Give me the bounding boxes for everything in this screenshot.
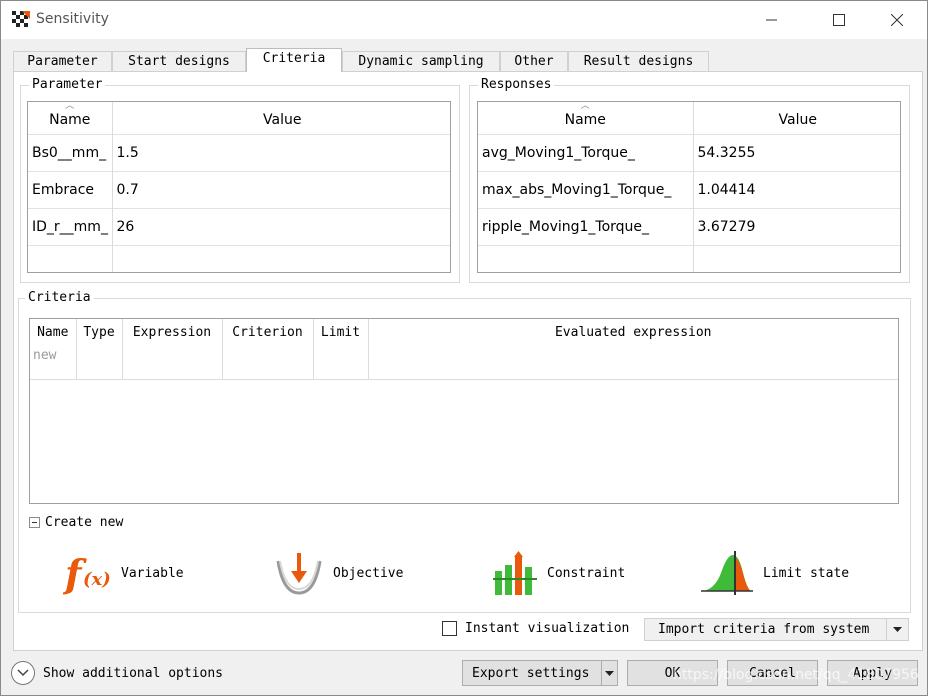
table-row[interactable]: Embrace 0.7 [28, 170, 450, 208]
response-name-cell: max_abs_Moving1_Torque_ [478, 170, 694, 208]
table-header-row: ︿ Name Value [28, 101, 450, 134]
table-row[interactable]: avg_Moving1_Torque_ 54.3255 [478, 133, 900, 171]
criteria-group: Criteria Name Type Expression Criterion … [18, 290, 911, 613]
response-name-cell: ripple_Moving1_Torque_ [478, 207, 694, 245]
parameter-value-cell[interactable]: 1.5 [112, 133, 450, 171]
limit-state-label: Limit state [763, 565, 850, 581]
export-settings-button[interactable]: Export settings [462, 660, 618, 686]
minimize-icon [766, 19, 777, 21]
sort-ascending-icon: ︿ [65, 101, 75, 111]
objective-icon [276, 553, 322, 595]
function-fx-icon: f (x) [63, 551, 111, 596]
column-header-value[interactable]: Value [112, 102, 450, 134]
objective-label: Objective [333, 565, 404, 581]
maximize-icon [833, 14, 845, 26]
column-header-limit[interactable]: Limit [313, 319, 369, 345]
tab-other[interactable]: Other [500, 51, 568, 72]
parameter-group-title: Parameter [29, 77, 106, 92]
instant-visualization-label[interactable]: Instant visualization [465, 621, 629, 636]
show-additional-options-label: Show additional options [43, 665, 224, 681]
sort-ascending-icon: ︿ [580, 101, 590, 111]
sensitivity-dialog: Sensitivity Parameter Start designs Crit… [0, 0, 928, 696]
import-criteria-dropdown[interactable] [886, 619, 908, 640]
response-value-cell: 3.67279 [693, 207, 900, 245]
column-header-type[interactable]: Type [76, 319, 123, 345]
dropdown-arrow-icon [605, 670, 614, 676]
parameter-value-cell[interactable]: 26 [112, 207, 450, 245]
import-criteria-button[interactable]: Import criteria from system [644, 618, 909, 641]
create-constraint-button[interactable]: Constraint [493, 548, 625, 598]
tab-criteria[interactable]: Criteria [246, 48, 342, 72]
table-row[interactable]: ripple_Moving1_Torque_ 3.67279 [478, 207, 900, 245]
tab-start-designs[interactable]: Start designs [112, 51, 246, 72]
new-criterion-row[interactable]: new [30, 345, 898, 379]
svg-text:(x): (x) [83, 569, 111, 590]
table-header-row: Name Type Expression Criterion Limit Eva… [30, 319, 898, 345]
tab-result-designs[interactable]: Result designs [568, 51, 709, 72]
column-header-value[interactable]: Value [693, 102, 900, 134]
close-button[interactable] [874, 1, 920, 39]
create-new-toggle[interactable]: Create new [29, 515, 123, 530]
response-value-cell: 54.3255 [693, 133, 900, 171]
parameter-value-cell[interactable]: 0.7 [112, 170, 450, 208]
create-variable-button[interactable]: f (x) Variable [63, 548, 184, 598]
watermark-text: https://blog.csdn.net/qq_41807956 [673, 667, 919, 683]
maximize-button[interactable] [816, 1, 862, 39]
parameter-table[interactable]: ︿ Name Value Bs0__mm_ 1.5 Embrace 0.7 ID… [27, 101, 451, 273]
table-header-row: ︿ Name Value [478, 101, 900, 134]
window-title: Sensitivity [36, 11, 109, 27]
parameter-name-cell: Embrace [28, 170, 113, 208]
create-limit-state-button[interactable]: Limit state [701, 548, 849, 598]
table-row[interactable]: max_abs_Moving1_Torque_ 1.04414 [478, 170, 900, 208]
show-additional-options-toggle[interactable]: Show additional options [11, 661, 223, 685]
response-value-cell: 1.04414 [693, 170, 900, 208]
column-header-name[interactable]: ︿ Name [28, 101, 113, 134]
chevron-down-icon [11, 661, 35, 685]
constraint-label: Constraint [547, 565, 626, 581]
create-new-label: Create new [45, 515, 124, 530]
parameter-name-cell: Bs0__mm_ [28, 133, 113, 171]
collapse-icon [29, 517, 40, 528]
responses-group-title: Responses [478, 77, 555, 92]
tab-dynamic-sampling[interactable]: Dynamic sampling [342, 51, 500, 72]
close-icon [891, 14, 903, 26]
column-header-expression[interactable]: Expression [122, 319, 223, 345]
response-name-cell: avg_Moving1_Torque_ [478, 133, 694, 171]
minimize-button[interactable] [749, 1, 795, 39]
table-row[interactable]: ID_r__mm_ 26 [28, 207, 450, 245]
column-header-name[interactable]: Name [30, 319, 77, 345]
checkered-app-icon [12, 11, 30, 29]
tab-parameter[interactable]: Parameter [13, 51, 112, 72]
parameter-name-cell: ID_r__mm_ [28, 207, 113, 245]
table-row-empty [28, 244, 450, 272]
criteria-group-title: Criteria [25, 290, 94, 305]
new-row-placeholder[interactable]: new [30, 345, 77, 379]
column-header-name[interactable]: ︿ Name [478, 101, 694, 134]
column-header-evaluated-expression[interactable]: Evaluated expression [368, 319, 898, 345]
table-row[interactable]: Bs0__mm_ 1.5 [28, 133, 450, 171]
export-settings-dropdown[interactable] [601, 661, 617, 685]
create-objective-button[interactable]: Objective [275, 548, 403, 598]
variable-label: Variable [121, 565, 184, 581]
limit-state-icon [701, 551, 753, 595]
dropdown-arrow-icon [893, 627, 902, 632]
criteria-table[interactable]: Name Type Expression Criterion Limit Eva… [29, 318, 899, 504]
responses-table[interactable]: ︿ Name Value avg_Moving1_Torque_ 54.3255… [477, 101, 901, 273]
constraint-icon [493, 551, 537, 595]
title-bar[interactable]: Sensitivity [1, 1, 927, 39]
table-row-empty [478, 244, 900, 272]
instant-visualization-checkbox[interactable] [442, 621, 457, 636]
column-header-criterion[interactable]: Criterion [222, 319, 314, 345]
